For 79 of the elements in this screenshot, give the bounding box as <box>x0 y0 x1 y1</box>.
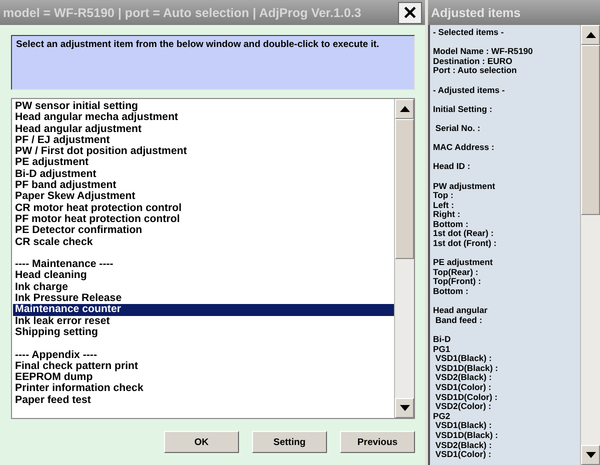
list-item[interactable]: ---- Appendix ---- <box>13 350 394 361</box>
info-line: VSD2(Black) : <box>434 373 492 383</box>
info-line: PG1 <box>433 344 452 354</box>
scroll-down-button[interactable] <box>581 445 600 465</box>
info-line: 1st dot (Front) : <box>433 239 498 249</box>
list-item[interactable]: Head angular adjustment <box>13 124 394 135</box>
dialog-button[interactable]: OK <box>164 431 239 453</box>
info-line: VSD1(Black) : <box>434 421 493 431</box>
info-line: Top(Rear) : <box>433 268 478 278</box>
list-item[interactable]: PF motor heat protection control <box>13 214 394 226</box>
list-item[interactable]: Shipping setting <box>13 326 394 338</box>
list-item[interactable]: CR scale check <box>13 236 394 248</box>
info-line: Top(Front) : <box>433 277 482 288</box>
list-item[interactable]: PE Detector confirmation <box>13 225 394 237</box>
list-item[interactable]: Paper feed test <box>13 394 394 406</box>
panel-title: Adjusted items <box>428 0 600 25</box>
info-line: VSD1D(Black) : <box>434 430 499 441</box>
dialog-button[interactable]: Previous <box>340 431 415 453</box>
info-line: PG2 <box>433 412 450 422</box>
list-item[interactable]: Paper Skew Adjustment <box>13 191 394 203</box>
info-line: Band feed : <box>434 316 482 326</box>
dialog-button[interactable]: Setting <box>252 431 327 453</box>
info-line: VSD1D(Color) : <box>434 392 498 402</box>
scroll-down-button[interactable] <box>395 398 414 418</box>
list-item[interactable]: Head cleaning <box>13 270 394 282</box>
scroll-up-button[interactable] <box>395 99 414 119</box>
up-arrow-icon <box>400 106 410 112</box>
instruction-text: Select an adjustment item from the below window and double-click to execute it. <box>11 35 415 90</box>
list-item[interactable]: ---- Maintenance ---- <box>13 259 394 270</box>
info-line: VSD1(Color) : <box>434 382 492 393</box>
info-line: - Adjusted items - <box>433 86 506 96</box>
list-item[interactable]: Bi-D adjustment <box>13 168 394 180</box>
info-line: VSD2(Black) : <box>434 440 492 450</box>
list-item[interactable]: Printer information check <box>13 383 394 395</box>
list-item[interactable]: Ink leak error reset <box>13 316 394 327</box>
list-item[interactable]: Final check pattern print <box>13 360 394 372</box>
list-item[interactable]: Ink Pressure Release <box>13 293 394 304</box>
info-line: Head angular <box>433 306 488 316</box>
scrollbar-thumb[interactable] <box>395 119 414 259</box>
window-title: model = WF-R5190 | port = Auto selection | AdjProg Ver.1.0.3 <box>2 6 362 20</box>
list-item[interactable]: PF band adjustment <box>13 180 394 192</box>
list-item[interactable]: EEPROM dump <box>13 372 394 384</box>
info-line: 1st dot (Rear) : <box>433 229 495 240</box>
scroll-up-button[interactable] <box>581 25 600 45</box>
list-item[interactable]: Ink charge <box>13 282 394 294</box>
scrollbar-thumb[interactable] <box>581 45 600 215</box>
info-line: Right : <box>433 210 462 220</box>
info-line: VSD1(Color) : <box>434 450 492 460</box>
info-line: VSD2(Color) : <box>434 402 492 412</box>
list-item[interactable]: Head angular mecha adjustment <box>13 112 394 124</box>
list-item[interactable]: PE adjustment <box>13 157 394 169</box>
list-item[interactable]: Maintenance counter <box>13 304 394 316</box>
info-line: Bottom : <box>433 287 470 297</box>
info-line: Destination : EURO <box>433 56 514 66</box>
scrollbar[interactable] <box>580 25 600 465</box>
list-item[interactable]: PW / First dot position adjustment <box>13 146 394 158</box>
info-line: - Selected items - <box>433 28 505 38</box>
info-line: VSD1D(Black) : <box>434 364 499 374</box>
info-line: PW adjustment <box>433 182 496 192</box>
close-button[interactable]: ✕ <box>398 2 422 24</box>
scrollbar[interactable] <box>394 99 414 418</box>
down-arrow-icon <box>400 405 410 411</box>
info-line: Bi-D <box>433 335 452 345</box>
down-arrow-icon <box>586 452 596 458</box>
info-line: Serial No. : <box>434 124 482 134</box>
info-line: Bottom : <box>433 220 470 230</box>
info-line: Head ID : <box>433 162 472 172</box>
info-line: VSD1(Black) : <box>434 354 493 364</box>
info-line: Port : Auto selection <box>433 66 518 76</box>
info-line: Initial Setting : <box>433 104 494 114</box>
info-line: Top : <box>433 191 454 201</box>
info-line: Left : <box>433 200 456 210</box>
info-line: PE adjustment <box>433 258 494 268</box>
list-item[interactable]: PW sensor initial setting <box>13 101 394 112</box>
info-line: MAC Address : <box>433 143 496 153</box>
list-item[interactable]: CR motor heat protection control <box>13 202 394 214</box>
list-item[interactable]: PF / EJ adjustment <box>13 134 394 146</box>
up-arrow-icon <box>586 32 596 38</box>
info-line: Model Name : WF-R5190 <box>433 47 534 57</box>
